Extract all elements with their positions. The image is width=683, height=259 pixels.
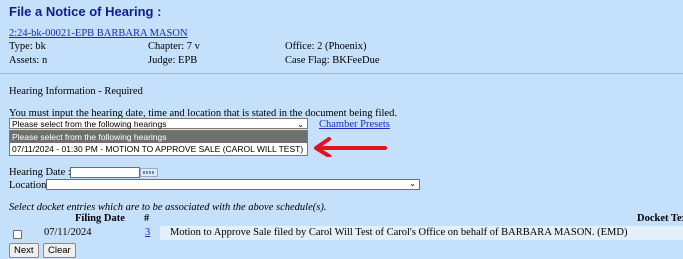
docket-text: Motion to Approve Sale filed by Carol Wi… xyxy=(170,227,628,238)
location-select[interactable]: ⌄ xyxy=(46,179,420,190)
case-judge: Judge: EPB xyxy=(148,55,198,66)
docket-row-checkbox[interactable] xyxy=(13,230,22,239)
case-type: Type: bk xyxy=(9,41,46,52)
location-label: Location xyxy=(9,180,47,191)
docket-instruction: Select docket entries which are to be as… xyxy=(9,202,327,213)
case-link[interactable]: 2:24-bk-00021-EPB BARBARA MASON xyxy=(9,28,188,39)
case-assets: Assets: n xyxy=(9,55,48,66)
filing-date-header: Filing Date xyxy=(75,213,125,224)
divider xyxy=(0,73,683,74)
chevron-down-icon: ⌄ xyxy=(297,120,304,129)
hearing-section-label: Hearing Information - Required xyxy=(9,86,143,97)
page-title: File a Notice of Hearing : xyxy=(9,4,162,19)
number-header: # xyxy=(144,213,150,224)
docket-number-link[interactable]: 3 xyxy=(145,227,150,238)
clear-button[interactable]: Clear xyxy=(43,243,76,258)
docket-text-header: Docket Tex xyxy=(637,213,683,224)
hearing-date-label: Hearing Date : xyxy=(9,167,71,178)
hearing-date-input[interactable] xyxy=(70,167,140,178)
hearing-select-value: Please select from the following hearing… xyxy=(12,119,167,129)
hearing-select[interactable]: Please select from the following hearing… xyxy=(9,118,308,129)
case-office: Office: 2 (Phoenix) xyxy=(285,41,367,52)
docket-filing-date: 07/11/2024 xyxy=(44,227,92,238)
case-chapter: Chapter: 7 v xyxy=(148,41,200,52)
dropdown-option[interactable]: Please select from the following hearing… xyxy=(10,131,307,143)
next-button[interactable]: Next xyxy=(9,243,39,258)
calendar-icon[interactable] xyxy=(140,168,158,177)
red-arrow-icon xyxy=(314,137,387,157)
hearing-dropdown-list: Please select from the following hearing… xyxy=(9,130,308,156)
case-flag: Case Flag: BKFeeDue xyxy=(285,55,380,66)
dropdown-option[interactable]: 07/11/2024 - 01:30 PM - MOTION TO APPROV… xyxy=(10,143,307,155)
chevron-down-icon: ⌄ xyxy=(409,179,416,188)
chamber-presets-link[interactable]: Chamber Presets xyxy=(319,119,390,130)
